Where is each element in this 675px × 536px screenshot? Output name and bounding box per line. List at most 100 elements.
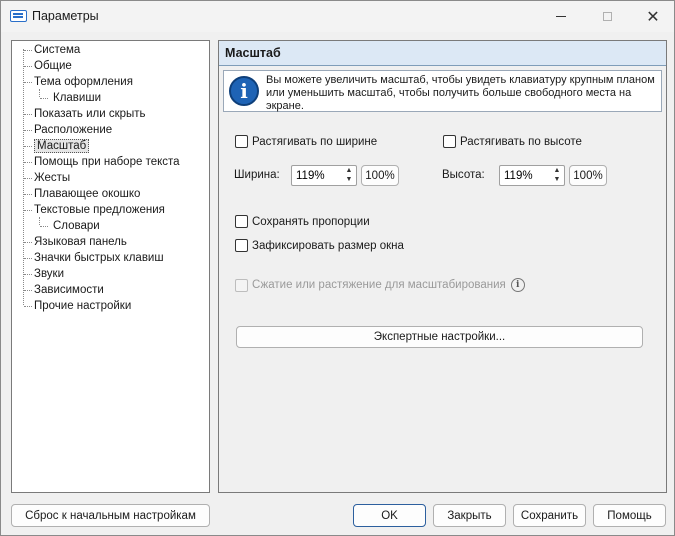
tree-line [24,82,32,83]
tree-item[interactable]: Жесты [34,170,70,186]
info-text: Вы можете увеличить масштаб, чтобы увиде… [266,74,655,112]
tree-item[interactable]: Клавиши [53,90,101,106]
tree-item-label: Показать или скрыть [34,108,146,120]
save-button[interactable]: Сохранить [513,504,586,527]
tree-line [24,146,32,147]
tree-line [24,194,32,195]
tree-item-label: Расположение [34,124,113,136]
height-label: Высота: [442,169,485,181]
settings-window: Параметры ✕ Система Общие Тема оформления К… [0,0,675,536]
info-box: i Вы можете увеличить масштаб, чтобы уви… [223,70,662,112]
checkbox-label: Сохранять пропорции [252,215,370,228]
tree-item[interactable]: Словари [53,218,100,234]
maximize-icon [602,12,612,21]
stretch-height-checkbox[interactable]: Растягивать по высоте [443,135,582,148]
tree-item[interactable]: Текстовые предложения [34,202,165,218]
tree-item-label: Зависимости [34,284,104,296]
stepper-arrows[interactable]: ▲ ▼ [551,167,563,184]
panel-title: Масштаб [225,46,281,60]
tree-item[interactable]: Помощь при наборе текста [34,154,180,170]
stepper-arrows[interactable]: ▲ ▼ [343,167,355,184]
tree-item-label: Звуки [34,268,65,280]
width-label: Ширина: [234,169,280,181]
tree-item-label: Клавиши [53,92,101,104]
tree-item-label: Масштаб [34,139,90,153]
tree-line [24,242,32,243]
arrow-up-icon[interactable]: ▲ [554,167,561,175]
tree-line [24,66,32,67]
arrow-up-icon[interactable]: ▲ [346,167,353,175]
title-bar[interactable]: Параметры ✕ [1,1,674,32]
tree-line [40,98,48,99]
height-input[interactable] [504,168,548,183]
scale-panel: Масштаб i Вы можете увеличить масштаб, ч… [218,40,667,493]
tree-line [24,114,32,115]
tree-item[interactable]: Значки быстрых клавиш [34,250,164,266]
tree-line [24,306,32,307]
reset-defaults-button[interactable]: Сброс к начальным настройкам [11,504,210,527]
checkbox-box[interactable] [443,135,456,148]
scale-compress-checkbox[interactable]: Сжатие или растяжение для масштабировани… [235,278,525,292]
settings-tree[interactable]: Система Общие Тема оформления Клавиши Показа… [11,40,210,493]
tree-line [40,226,48,227]
fix-window-size-checkbox[interactable]: Зафиксировать размер окна [235,239,404,252]
tree-line [23,49,24,305]
tree-item-label: Тема оформления [34,76,133,88]
ok-button[interactable]: OK [353,504,426,527]
tree-item[interactable]: Плавающее окошко [34,186,140,202]
tree-item[interactable]: Тема оформления [34,74,133,90]
tree-item-label: Жесты [34,172,71,184]
tree-item-label: Значки быстрых клавиш [34,252,164,264]
tree-line [24,290,32,291]
checkbox-box[interactable] [235,215,248,228]
stretch-width-checkbox[interactable]: Растягивать по ширине [235,135,377,148]
tree-item[interactable]: Прочие настройки [34,298,131,314]
tree-line [24,130,32,131]
tree-item-label: Система [34,44,81,56]
arrow-down-icon[interactable]: ▼ [554,176,561,184]
close-button[interactable]: Закрыть [433,504,506,527]
tree-item-label: Языковая панель [34,236,127,248]
close-icon: ✕ [646,8,660,26]
checkbox-box[interactable] [235,239,248,252]
tree-item[interactable]: Расположение [34,122,112,138]
maximize-button[interactable] [584,1,630,32]
minimize-icon [556,16,566,17]
tree-item[interactable]: Языковая панель [34,234,127,250]
tree-item[interactable]: Зависимости [34,282,104,298]
tree-item[interactable]: Звуки [34,266,64,282]
tree-item-label: Помощь при наборе текста [34,156,180,168]
tree-item-label: Прочие настройки [34,300,132,312]
tree-item-label: Словари [53,220,100,232]
info-icon[interactable]: i [510,278,525,292]
tree-line [39,217,40,225]
close-window-button[interactable]: ✕ [630,1,675,32]
tree-item[interactable]: Показать или скрыть [34,106,146,122]
tree-item[interactable]: Общие [34,58,72,74]
panel-header: Масштаб [219,41,666,66]
tree-line [39,89,40,97]
tree-line [24,162,32,163]
checkbox-box[interactable] [235,135,248,148]
checkbox-label: Сжатие или растяжение для масштабировани… [252,279,506,291]
checkbox-label: Растягивать по высоте [460,135,582,148]
help-button[interactable]: Помощь [593,504,666,527]
tree-item-label: Плавающее окошко [34,188,141,200]
checkbox-box[interactable] [235,278,248,292]
width-reset-button[interactable]: 100% [361,165,399,186]
width-stepper[interactable]: ▲ ▼ [291,165,357,186]
tree-line [24,50,32,51]
expert-settings-button[interactable]: Экспертные настройки... [236,326,643,348]
checkbox-label: Растягивать по ширине [252,135,378,148]
width-input[interactable] [296,168,340,183]
tree-line [24,258,32,259]
height-reset-button[interactable]: 100% [569,165,607,186]
arrow-down-icon[interactable]: ▼ [346,176,353,184]
minimize-button[interactable] [538,1,584,32]
keep-proportions-checkbox[interactable]: Сохранять пропорции [235,215,370,228]
tree-item[interactable]: Масштаб [34,138,90,154]
tree-line [24,274,32,275]
tree-item[interactable]: Система [34,42,80,58]
height-stepper[interactable]: ▲ ▼ [499,165,565,186]
tree-item-label: Текстовые предложения [34,204,165,216]
